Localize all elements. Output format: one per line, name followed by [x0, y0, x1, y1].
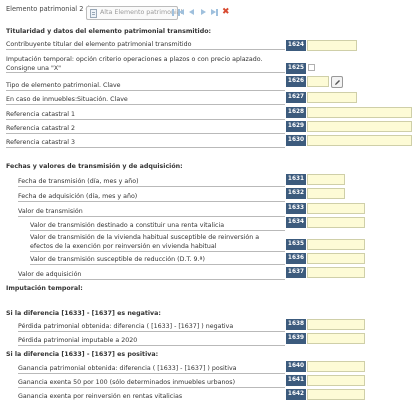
code-1629: 1629: [286, 121, 306, 132]
row-label-1626: Tipo de elemento patrimonial. Clave: [6, 82, 121, 89]
code-1624: 1624: [286, 40, 306, 51]
checkbox-1625[interactable]: [308, 64, 315, 71]
code-1625: 1625: [286, 63, 306, 74]
edit-pencil-icon[interactable]: [331, 76, 343, 88]
field-1636[interactable]: [307, 253, 365, 264]
row-rule: [18, 186, 285, 187]
code-1641: 1641: [286, 375, 306, 386]
row-rule: [18, 201, 285, 202]
field-1641[interactable]: [307, 375, 365, 386]
row-rule: [6, 104, 285, 105]
field-1640[interactable]: [307, 361, 365, 372]
section-imputacion: Imputación temporal:: [6, 285, 83, 292]
row-label-1629: Referencia catastral 2: [6, 125, 76, 132]
row-label-1639: Pérdida patrimonial imputable a 2020: [18, 337, 138, 344]
row-label-1628: Referencia catastral 1: [6, 111, 76, 118]
field-1633[interactable]: [307, 203, 365, 214]
row-rule: [30, 251, 285, 252]
row-rule: [18, 331, 285, 332]
code-1626: 1626: [286, 76, 306, 87]
row-label-1633: Valor de transmisión: [18, 208, 83, 215]
row-label-1624: Contribuyente titular del elemento patri…: [6, 41, 192, 48]
field-1631[interactable]: [307, 174, 345, 185]
row-label-1641: Ganancia exenta 50 por 100 (sólo determi…: [18, 379, 236, 386]
document-icon: [90, 9, 97, 18]
field-1624[interactable]: [307, 40, 357, 51]
row-label-1634: Valor de transmisión destinado a constit…: [30, 222, 225, 229]
code-1639: 1639: [286, 333, 306, 344]
field-1638[interactable]: [307, 319, 365, 330]
previous-icon[interactable]: [189, 9, 194, 15]
element-selector[interactable]: Alta Elemento patrimonial: [86, 6, 182, 20]
close-icon[interactable]: ✖: [222, 7, 230, 17]
code-1642: 1642: [286, 389, 306, 400]
code-1635: 1635: [286, 239, 306, 250]
row-label-1631: Fecha de transmisión (día, mes y año): [18, 178, 139, 185]
row-rule: [18, 345, 285, 346]
field-1632[interactable]: [307, 188, 345, 199]
row-label-1640: Ganancia patrimonial obtenida: diferenci…: [18, 365, 237, 372]
field-1629[interactable]: [307, 121, 412, 132]
field-1630[interactable]: [307, 135, 412, 146]
row-rule: [18, 279, 285, 280]
row-rule: [6, 72, 285, 73]
row-rule: [6, 49, 285, 50]
first-icon[interactable]: [172, 8, 184, 16]
field-1627[interactable]: [307, 92, 357, 103]
row-rule: [6, 90, 285, 91]
row-rule: [6, 119, 285, 120]
code-1633: 1633: [286, 203, 306, 214]
code-1634: 1634: [286, 217, 306, 228]
code-1627: 1627: [286, 92, 306, 103]
row-rule: [30, 230, 285, 231]
section-positiva: Si la diferencia [1633] - [1637] es posi…: [6, 351, 159, 358]
row-label-1627: En caso de inmuebles:Situación. Clave: [6, 96, 128, 103]
row-label-1635: Valor de transmisión de la vivienda habi…: [30, 234, 260, 250]
code-1640: 1640: [286, 361, 306, 372]
row-label-1630: Referencia catastral 3: [6, 139, 76, 146]
row-label-1632: Fecha de adquisición (día, mes y año): [18, 193, 138, 200]
field-1628[interactable]: [307, 107, 412, 118]
next-icon[interactable]: [201, 9, 206, 15]
code-1636: 1636: [286, 253, 306, 264]
row-label-1625: Imputación temporal: opción criterio ope…: [6, 56, 263, 72]
field-1635[interactable]: [307, 239, 365, 250]
row-rule: [6, 147, 285, 148]
row-rule: [18, 216, 285, 217]
element-selector-value: Alta Elemento patrimonial: [100, 9, 183, 16]
field-1634[interactable]: [307, 217, 365, 228]
row-label-1637: Valor de adquisición: [18, 271, 82, 278]
row-rule: [30, 264, 285, 265]
row-rule: [18, 373, 285, 374]
field-1642[interactable]: [307, 389, 365, 400]
code-1632: 1632: [286, 188, 306, 199]
section-transmitido: Titularidad y datos del elemento patrimo…: [6, 28, 212, 35]
last-bar: [216, 9, 218, 16]
row-label-1638: Pérdida patrimonial obtenida: diferencia…: [18, 323, 234, 330]
code-1638: 1638: [286, 319, 306, 330]
row-rule: [18, 387, 285, 388]
code-1631: 1631: [286, 174, 306, 185]
code-1628: 1628: [286, 107, 306, 118]
field-1639[interactable]: [307, 333, 365, 344]
field-1626[interactable]: [307, 76, 329, 87]
section-fechas: Fechas y valores de transmisión y de adq…: [6, 163, 183, 170]
row-rule: [6, 133, 285, 134]
code-1637: 1637: [286, 267, 306, 278]
field-1637[interactable]: [307, 267, 365, 278]
section-negativa: Si la diferencia [1633] - [1637] es nega…: [6, 310, 161, 317]
code-1630: 1630: [286, 135, 306, 146]
row-label-1636: Valor de transmisión susceptible de redu…: [30, 256, 205, 263]
row-label-1642: Ganancia exenta por reinversión en renta…: [18, 393, 183, 400]
